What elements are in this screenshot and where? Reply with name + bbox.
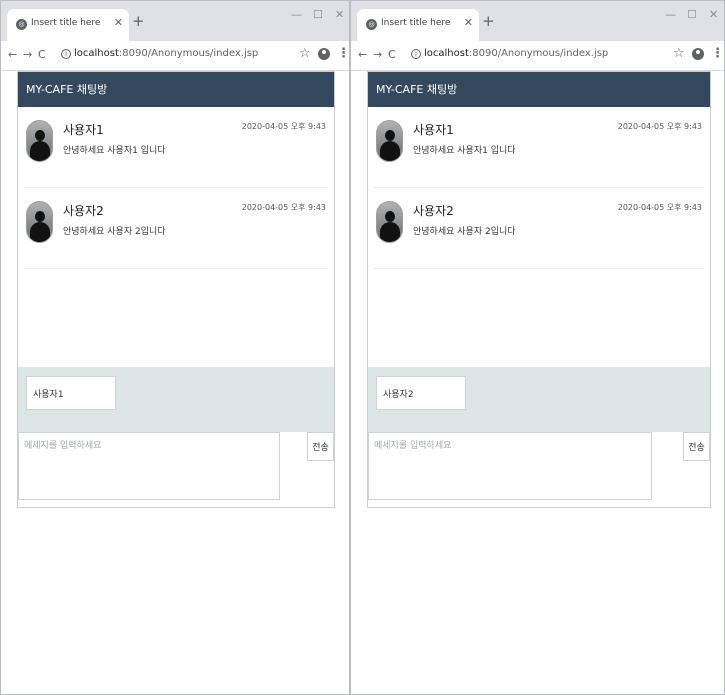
info-icon[interactable]: i bbox=[411, 49, 421, 59]
username-input[interactable] bbox=[376, 376, 466, 410]
maximize-icon[interactable]: ☐ bbox=[687, 8, 697, 21]
url-host: localhost bbox=[74, 48, 119, 59]
url-path: :8090/Anonymous/index.jsp bbox=[118, 48, 259, 59]
message-user: 사용자2 bbox=[413, 204, 454, 218]
close-icon[interactable]: ✕ bbox=[114, 16, 123, 29]
url-bar[interactable]: localhost:8090/Anonymous/index.jsp bbox=[424, 48, 608, 59]
message-input[interactable] bbox=[18, 432, 280, 500]
url-host: localhost bbox=[424, 48, 469, 59]
chat-title: MY-CAFE 채팅방 bbox=[18, 72, 334, 107]
send-button[interactable]: 전송 bbox=[307, 432, 334, 461]
url-path: :8090/Anonymous/index.jsp bbox=[468, 48, 609, 59]
screen: ◎ Insert title here ✕ + — ☐ ✕ ← → C i lo… bbox=[0, 0, 725, 695]
star-icon[interactable]: ☆ bbox=[673, 46, 685, 61]
browser-tab[interactable]: ◎ Insert title here ✕ bbox=[7, 9, 129, 41]
window-close-icon[interactable]: ✕ bbox=[709, 8, 718, 21]
message-list: 사용자1 안녕하세요 사용자1 입니다 2020-04-05 오후 9:43 사… bbox=[368, 107, 710, 367]
tab-strip: ◎ Insert title here ✕ + — ☐ ✕ bbox=[1, 1, 349, 41]
username-input[interactable] bbox=[26, 376, 116, 410]
message-text: 안녕하세요 사용자1 입니다 bbox=[413, 146, 516, 156]
message-text: 안녕하세요 사용자 2입니다 bbox=[63, 227, 166, 237]
info-icon[interactable]: i bbox=[61, 49, 71, 59]
plus-icon[interactable]: + bbox=[482, 12, 495, 30]
tab-title: Insert title here bbox=[31, 18, 101, 28]
message-item: 사용자2 안녕하세요 사용자 2입니다 2020-04-05 오후 9:43 bbox=[24, 188, 328, 269]
back-icon[interactable]: ← bbox=[358, 48, 367, 61]
chat-panel: MY-CAFE 채팅방 사용자1 안녕하세요 사용자1 입니다 2020-04-… bbox=[367, 71, 711, 508]
window-close-icon[interactable]: ✕ bbox=[335, 8, 344, 21]
message-user: 사용자2 bbox=[63, 204, 104, 218]
message-input[interactable] bbox=[368, 432, 652, 500]
tab-strip: ◎ Insert title here ✕ + — ☐ ✕ bbox=[351, 1, 724, 41]
avatar-icon bbox=[26, 120, 53, 162]
browser-tab[interactable]: ◎ Insert title here ✕ bbox=[357, 9, 479, 41]
profile-icon[interactable] bbox=[692, 48, 704, 60]
forward-icon[interactable]: → bbox=[373, 48, 382, 61]
message-item: 사용자2 안녕하세요 사용자 2입니다 2020-04-05 오후 9:43 bbox=[374, 188, 704, 269]
star-icon[interactable]: ☆ bbox=[299, 46, 311, 61]
url-bar[interactable]: localhost:8090/Anonymous/index.jsp bbox=[74, 48, 258, 59]
menu-icon[interactable]: ⋮ bbox=[711, 46, 724, 61]
plus-icon[interactable]: + bbox=[132, 12, 145, 30]
message-text: 안녕하세요 사용자 2입니다 bbox=[413, 227, 516, 237]
avatar-icon bbox=[376, 201, 403, 243]
address-toolbar: ← → C i localhost:8090/Anonymous/index.j… bbox=[351, 41, 724, 71]
message-list: 사용자1 안녕하세요 사용자1 입니다 2020-04-05 오후 9:43 사… bbox=[18, 107, 334, 367]
maximize-icon[interactable]: ☐ bbox=[313, 8, 323, 21]
message-text: 안녕하세요 사용자1 입니다 bbox=[63, 146, 166, 156]
globe-icon: ◎ bbox=[366, 19, 377, 30]
browser-window-right: ◎ Insert title here ✕ + — ☐ ✕ ← → C i lo… bbox=[350, 0, 725, 695]
message-item: 사용자1 안녕하세요 사용자1 입니다 2020-04-05 오후 9:43 bbox=[24, 107, 328, 188]
avatar-icon bbox=[26, 201, 53, 243]
browser-window-left: ◎ Insert title here ✕ + — ☐ ✕ ← → C i lo… bbox=[0, 0, 350, 695]
message-time: 2020-04-05 오후 9:43 bbox=[241, 122, 326, 131]
chat-title: MY-CAFE 채팅방 bbox=[368, 72, 710, 107]
chat-panel: MY-CAFE 채팅방 사용자1 안녕하세요 사용자1 입니다 2020-04-… bbox=[17, 71, 335, 508]
globe-icon: ◎ bbox=[16, 19, 27, 30]
name-area bbox=[368, 367, 710, 432]
name-area bbox=[18, 367, 334, 432]
message-item: 사용자1 안녕하세요 사용자1 입니다 2020-04-05 오후 9:43 bbox=[374, 107, 704, 188]
close-icon[interactable]: ✕ bbox=[464, 16, 473, 29]
minimize-icon[interactable]: — bbox=[291, 8, 302, 21]
message-time: 2020-04-05 오후 9:43 bbox=[617, 203, 702, 212]
menu-icon[interactable]: ⋮ bbox=[337, 46, 349, 61]
forward-icon[interactable]: → bbox=[23, 48, 32, 61]
minimize-icon[interactable]: — bbox=[665, 8, 676, 21]
message-user: 사용자1 bbox=[413, 123, 454, 137]
profile-icon[interactable] bbox=[318, 48, 330, 60]
message-user: 사용자1 bbox=[63, 123, 104, 137]
back-icon[interactable]: ← bbox=[8, 48, 17, 61]
address-toolbar: ← → C i localhost:8090/Anonymous/index.j… bbox=[1, 41, 349, 71]
avatar-icon bbox=[376, 120, 403, 162]
compose-area: 전송 bbox=[368, 432, 710, 508]
reload-icon[interactable]: C bbox=[38, 48, 46, 61]
send-button[interactable]: 전송 bbox=[683, 432, 710, 461]
tab-title: Insert title here bbox=[381, 18, 451, 28]
reload-icon[interactable]: C bbox=[388, 48, 396, 61]
message-time: 2020-04-05 오후 9:43 bbox=[241, 203, 326, 212]
compose-area: 전송 bbox=[18, 432, 334, 508]
message-time: 2020-04-05 오후 9:43 bbox=[617, 122, 702, 131]
